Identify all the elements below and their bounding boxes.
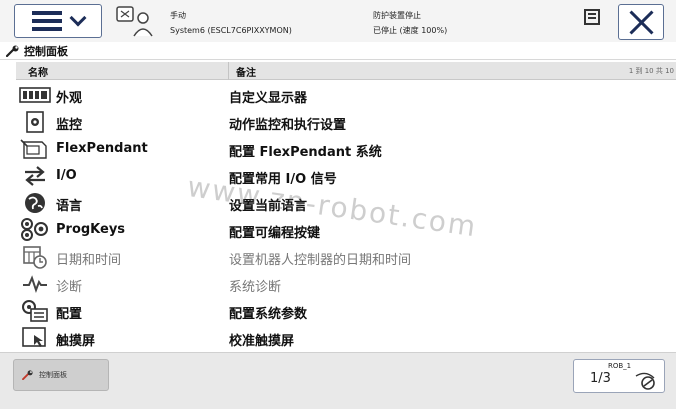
- item-description: 动作监控和执行设置: [229, 118, 347, 133]
- mechanical-unit-label: ROB_1: [608, 362, 632, 370]
- event-log-icon[interactable]: [584, 9, 600, 25]
- top-bar: 手动 System6 (ESCL7C6PIXXYMON) 防护装置停止 已停止 …: [0, 0, 676, 42]
- task-button-label: 控制面板: [39, 371, 67, 379]
- window-title: 控制面板: [24, 44, 68, 58]
- list-item-language[interactable]: 语言 设置当前语言: [16, 189, 676, 216]
- item-description: 校准触摸屏: [229, 334, 295, 349]
- list-item-diagnostics[interactable]: 诊断 系统诊断: [16, 270, 676, 297]
- config-icon: [18, 299, 52, 322]
- item-description: 配置可编程按键: [229, 226, 321, 241]
- io-arrows-icon: [18, 164, 52, 187]
- item-description: 配置系统参数: [229, 307, 308, 322]
- column-note-header[interactable]: 备注: [236, 64, 256, 79]
- item-name: 诊断: [56, 280, 83, 295]
- item-name: ProgKeys: [56, 222, 126, 237]
- item-description: 自定义显示器: [229, 91, 308, 106]
- operator-status-icon[interactable]: [113, 4, 157, 38]
- display-icon: [18, 83, 52, 106]
- list-item-flexpendant[interactable]: FlexPendant 配置 FlexPendant 系统: [16, 135, 676, 162]
- touchscreen-icon: [18, 326, 52, 349]
- item-description: 设置机器人控制器的日期和时间: [229, 253, 412, 268]
- item-name: 配置: [56, 307, 83, 322]
- calendar-clock-icon: [18, 245, 52, 269]
- run-state-text: 已停止 (速度 100%): [373, 26, 448, 35]
- column-header: 名称 备注 1 到 10 共 10: [16, 62, 676, 80]
- pulse-icon: [18, 272, 52, 295]
- list-item-io[interactable]: I/O 配置常用 I/O 信号: [16, 162, 676, 189]
- item-name: I/O: [56, 168, 77, 183]
- globe-icon: [18, 191, 52, 214]
- list-item-date-time[interactable]: 日期和时间 设置机器人控制器的日期和时间: [16, 243, 676, 270]
- system-name-text: System6 (ESCL7C6PIXXYMON): [170, 26, 292, 35]
- list-item-monitoring[interactable]: 监控 动作监控和执行设置: [16, 108, 676, 135]
- flexpendant-icon: [18, 137, 52, 160]
- hamburger-icon: [32, 11, 62, 31]
- bottom-bar: 控制面板 ROB_1 1/3: [0, 352, 676, 409]
- item-name: 监控: [56, 118, 83, 133]
- item-description: 配置 FlexPendant 系统: [229, 145, 382, 160]
- item-name: 日期和时间: [56, 253, 122, 268]
- wrench-icon: [6, 45, 19, 57]
- item-description: 系统诊断: [229, 280, 282, 295]
- speed-icon: [635, 372, 655, 390]
- item-description: 设置当前语言: [229, 199, 308, 214]
- control-panel-list: 外观 自定义显示器 监控 动作监控和执行设置 FlexPendant 配置 Fl…: [16, 81, 676, 351]
- safety-status-text: 防护装置停止: [373, 11, 421, 20]
- item-description: 配置常用 I/O 信号: [229, 172, 337, 187]
- item-name: 语言: [56, 199, 83, 214]
- item-name: 外观: [56, 91, 83, 106]
- list-item-appearance[interactable]: 外观 自定义显示器: [16, 81, 676, 108]
- increment-fraction: 1/3: [590, 371, 611, 386]
- item-name: FlexPendant: [56, 141, 148, 156]
- window-title-bar: 控制面板: [0, 42, 676, 60]
- control-panel-task-button[interactable]: 控制面板: [13, 359, 109, 391]
- chevron-down-icon: [69, 9, 87, 27]
- list-item-configuration[interactable]: 配置 配置系统参数: [16, 297, 676, 324]
- monitor-icon: [18, 110, 52, 133]
- list-item-touchscreen[interactable]: 触摸屏 校准触摸屏: [16, 324, 676, 351]
- item-count: 1 到 10 共 10: [628, 67, 674, 75]
- item-name: 触摸屏: [56, 334, 96, 349]
- quickset-menu-button[interactable]: ROB_1 1/3: [573, 359, 665, 393]
- operating-mode-text: 手动: [170, 11, 186, 20]
- column-divider: [228, 62, 229, 80]
- wrench-icon: [22, 370, 33, 380]
- progkeys-icon: [18, 217, 52, 241]
- abb-menu-button[interactable]: [14, 4, 102, 38]
- close-button[interactable]: [618, 4, 664, 40]
- column-name-header[interactable]: 名称: [28, 64, 48, 79]
- list-item-progkeys[interactable]: ProgKeys 配置可编程按键: [16, 216, 676, 243]
